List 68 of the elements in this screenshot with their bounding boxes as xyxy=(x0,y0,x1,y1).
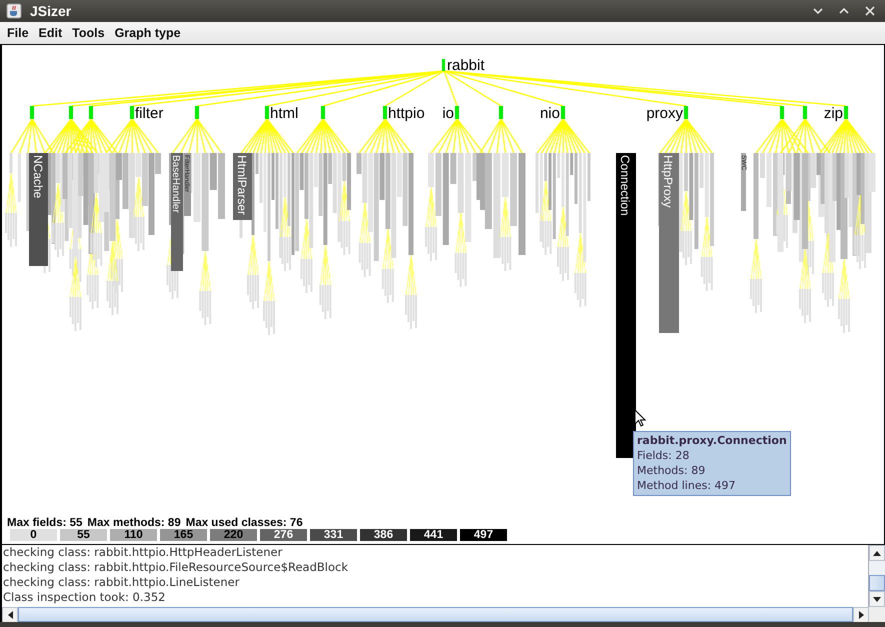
vertical-scrollbar[interactable] xyxy=(868,545,885,607)
package-label: filter xyxy=(135,105,164,122)
menu-item[interactable]: File xyxy=(2,24,34,42)
package-node-marker[interactable] xyxy=(69,106,73,119)
package-node-marker[interactable] xyxy=(265,106,269,119)
menu-item[interactable]: Tools xyxy=(67,24,110,42)
log-line: checking class: rabbit.httpio.LineListener xyxy=(3,575,240,590)
package-node-marker[interactable] xyxy=(383,106,387,119)
legend-swatch: 110 xyxy=(110,529,157,541)
package-label: html xyxy=(270,105,298,122)
package-node-marker[interactable] xyxy=(684,106,688,119)
legend-swatch: 331 xyxy=(310,529,357,541)
legend-swatch: 55 xyxy=(60,529,107,541)
class-bar[interactable]: HttpProxy xyxy=(659,153,679,333)
right-arrow-icon xyxy=(858,611,864,619)
package-label: nio xyxy=(540,105,560,122)
java-cup-icon xyxy=(6,3,22,19)
root-label: rabbit xyxy=(447,57,485,74)
package-node-marker[interactable] xyxy=(89,106,93,119)
package-node-marker[interactable] xyxy=(844,106,848,119)
down-arrow-icon xyxy=(873,596,881,602)
scroll-left-button[interactable] xyxy=(2,607,18,623)
legend-swatch: 497 xyxy=(460,529,507,541)
chevron-up-icon xyxy=(839,7,849,15)
scroll-up-button[interactable] xyxy=(869,545,885,561)
package-node-marker[interactable] xyxy=(30,106,34,119)
log-line: checking class: rabbit.httpio.HttpHeaderListener xyxy=(3,545,284,560)
log-line: Class inspection took: 0.352 xyxy=(3,590,166,605)
package-node-marker[interactable] xyxy=(321,106,325,119)
menu-item[interactable]: Graph type xyxy=(110,24,186,42)
chevron-down-icon xyxy=(813,7,823,15)
left-arrow-icon xyxy=(8,611,12,619)
scroll-down-button[interactable] xyxy=(869,591,885,607)
stat-text: Max methods: 89 xyxy=(87,517,181,529)
package-node-marker[interactable] xyxy=(195,106,199,119)
legend-swatch: 220 xyxy=(210,529,257,541)
legend-swatch: 0 xyxy=(10,529,57,541)
legend-swatch: 165 xyxy=(160,529,207,541)
package-node-marker[interactable] xyxy=(803,106,807,119)
package-label: zip xyxy=(824,105,843,122)
package-node-marker[interactable] xyxy=(455,106,459,119)
scroll-right-button[interactable] xyxy=(853,607,869,623)
package-node-marker[interactable] xyxy=(780,106,784,119)
package-label: httpio xyxy=(388,105,425,122)
package-node-marker[interactable] xyxy=(561,106,565,119)
stat-text: Max fields: 55 xyxy=(7,517,82,529)
class-bar[interactable]: NCache xyxy=(29,153,48,266)
package-label: io xyxy=(442,105,454,122)
root-node-marker[interactable] xyxy=(442,59,445,71)
scrollbar-corner xyxy=(869,607,885,622)
up-arrow-icon xyxy=(873,550,881,556)
package-node-marker[interactable] xyxy=(130,106,134,119)
legend-swatch: 386 xyxy=(360,529,407,541)
log-line: checking class: rabbit.httpio.FileResourceSource$ReadBlock xyxy=(3,560,350,575)
window-title: JSizer xyxy=(30,3,72,19)
stat-text: Max used classes: 76 xyxy=(186,517,303,529)
legend-swatch: 441 xyxy=(410,529,457,541)
package-node-marker[interactable] xyxy=(499,106,503,119)
menu-item[interactable]: Edit xyxy=(34,24,68,42)
cursor-icon xyxy=(634,409,646,427)
class-bar[interactable]: Connection xyxy=(616,153,636,458)
package-label: proxy xyxy=(646,105,683,122)
class-bar[interactable]: BaseHandler xyxy=(170,153,183,271)
vertical-scrollbar-thumb[interactable] xyxy=(869,575,885,591)
class-bar[interactable]: HtmlParser xyxy=(233,153,252,220)
legend-swatch: 276 xyxy=(260,529,307,541)
class-tooltip: rabbit.proxy.Connection Fields: 28 Methods: 89 Method lines: 497 xyxy=(633,431,791,496)
close-icon xyxy=(865,6,875,16)
